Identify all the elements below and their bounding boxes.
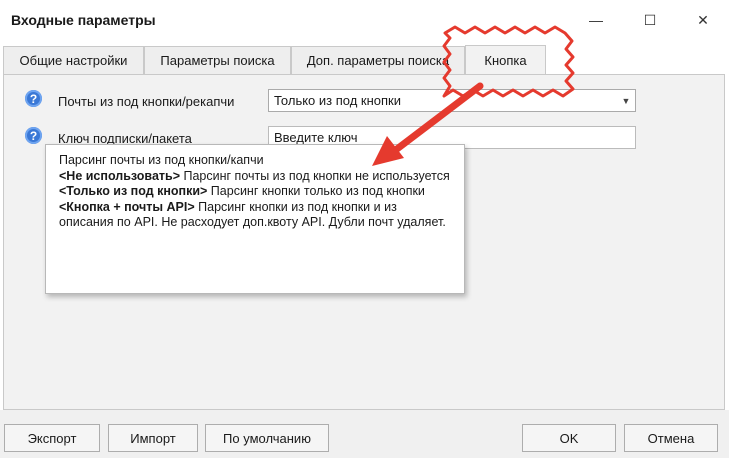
mail-source-label: Почты из под кнопки/рекапчи	[58, 94, 235, 109]
import-button[interactable]: Импорт	[108, 424, 198, 452]
mail-source-select[interactable]: Только из под кнопки ▼	[268, 89, 636, 112]
tooltip-option-2: <Только из под кнопки> Парсинг кнопки то…	[59, 184, 425, 198]
window-title: Входные параметры	[11, 12, 156, 28]
tab-bar: Общие настройки Параметры поиска Доп. па…	[0, 45, 729, 75]
close-icon: ✕	[697, 11, 709, 28]
minimize-icon: —	[589, 12, 603, 28]
tooltip-option-1: <Не использовать> Парсинг почты из под к…	[59, 168, 450, 183]
defaults-button[interactable]: По умолчанию	[205, 424, 329, 452]
tooltip-intro: Парсинг почты из под кнопки/капчи	[59, 153, 264, 167]
tab-search-params[interactable]: Параметры поиска	[144, 46, 291, 74]
help-icon[interactable]: ?	[25, 90, 42, 107]
maximize-icon: ☐	[643, 11, 657, 28]
tab-button[interactable]: Кнопка	[465, 45, 546, 75]
help-tooltip: Парсинг почты из под кнопки/капчи <Не ис…	[45, 144, 465, 294]
close-button[interactable]: ✕	[680, 5, 726, 35]
maximize-button[interactable]: ☐	[627, 5, 673, 35]
cancel-button[interactable]: Отмена	[624, 424, 718, 452]
help-icon[interactable]: ?	[25, 127, 42, 144]
ok-button[interactable]: OK	[522, 424, 616, 452]
tooltip-option-3: <Кнопка + почты API> Парсинг кнопки из п…	[59, 199, 446, 230]
dialog-footer: Экспорт Импорт По умолчанию OK Отмена	[0, 410, 729, 458]
tab-general[interactable]: Общие настройки	[3, 46, 144, 74]
tab-extra-search-params[interactable]: Доп. параметры поиска	[291, 46, 465, 74]
chevron-down-icon[interactable]: ▼	[617, 90, 635, 111]
export-button[interactable]: Экспорт	[4, 424, 100, 452]
minimize-button[interactable]: —	[573, 5, 619, 35]
title-bar: Входные параметры — ☐ ✕	[0, 0, 729, 40]
mail-source-value: Только из под кнопки	[274, 93, 402, 108]
